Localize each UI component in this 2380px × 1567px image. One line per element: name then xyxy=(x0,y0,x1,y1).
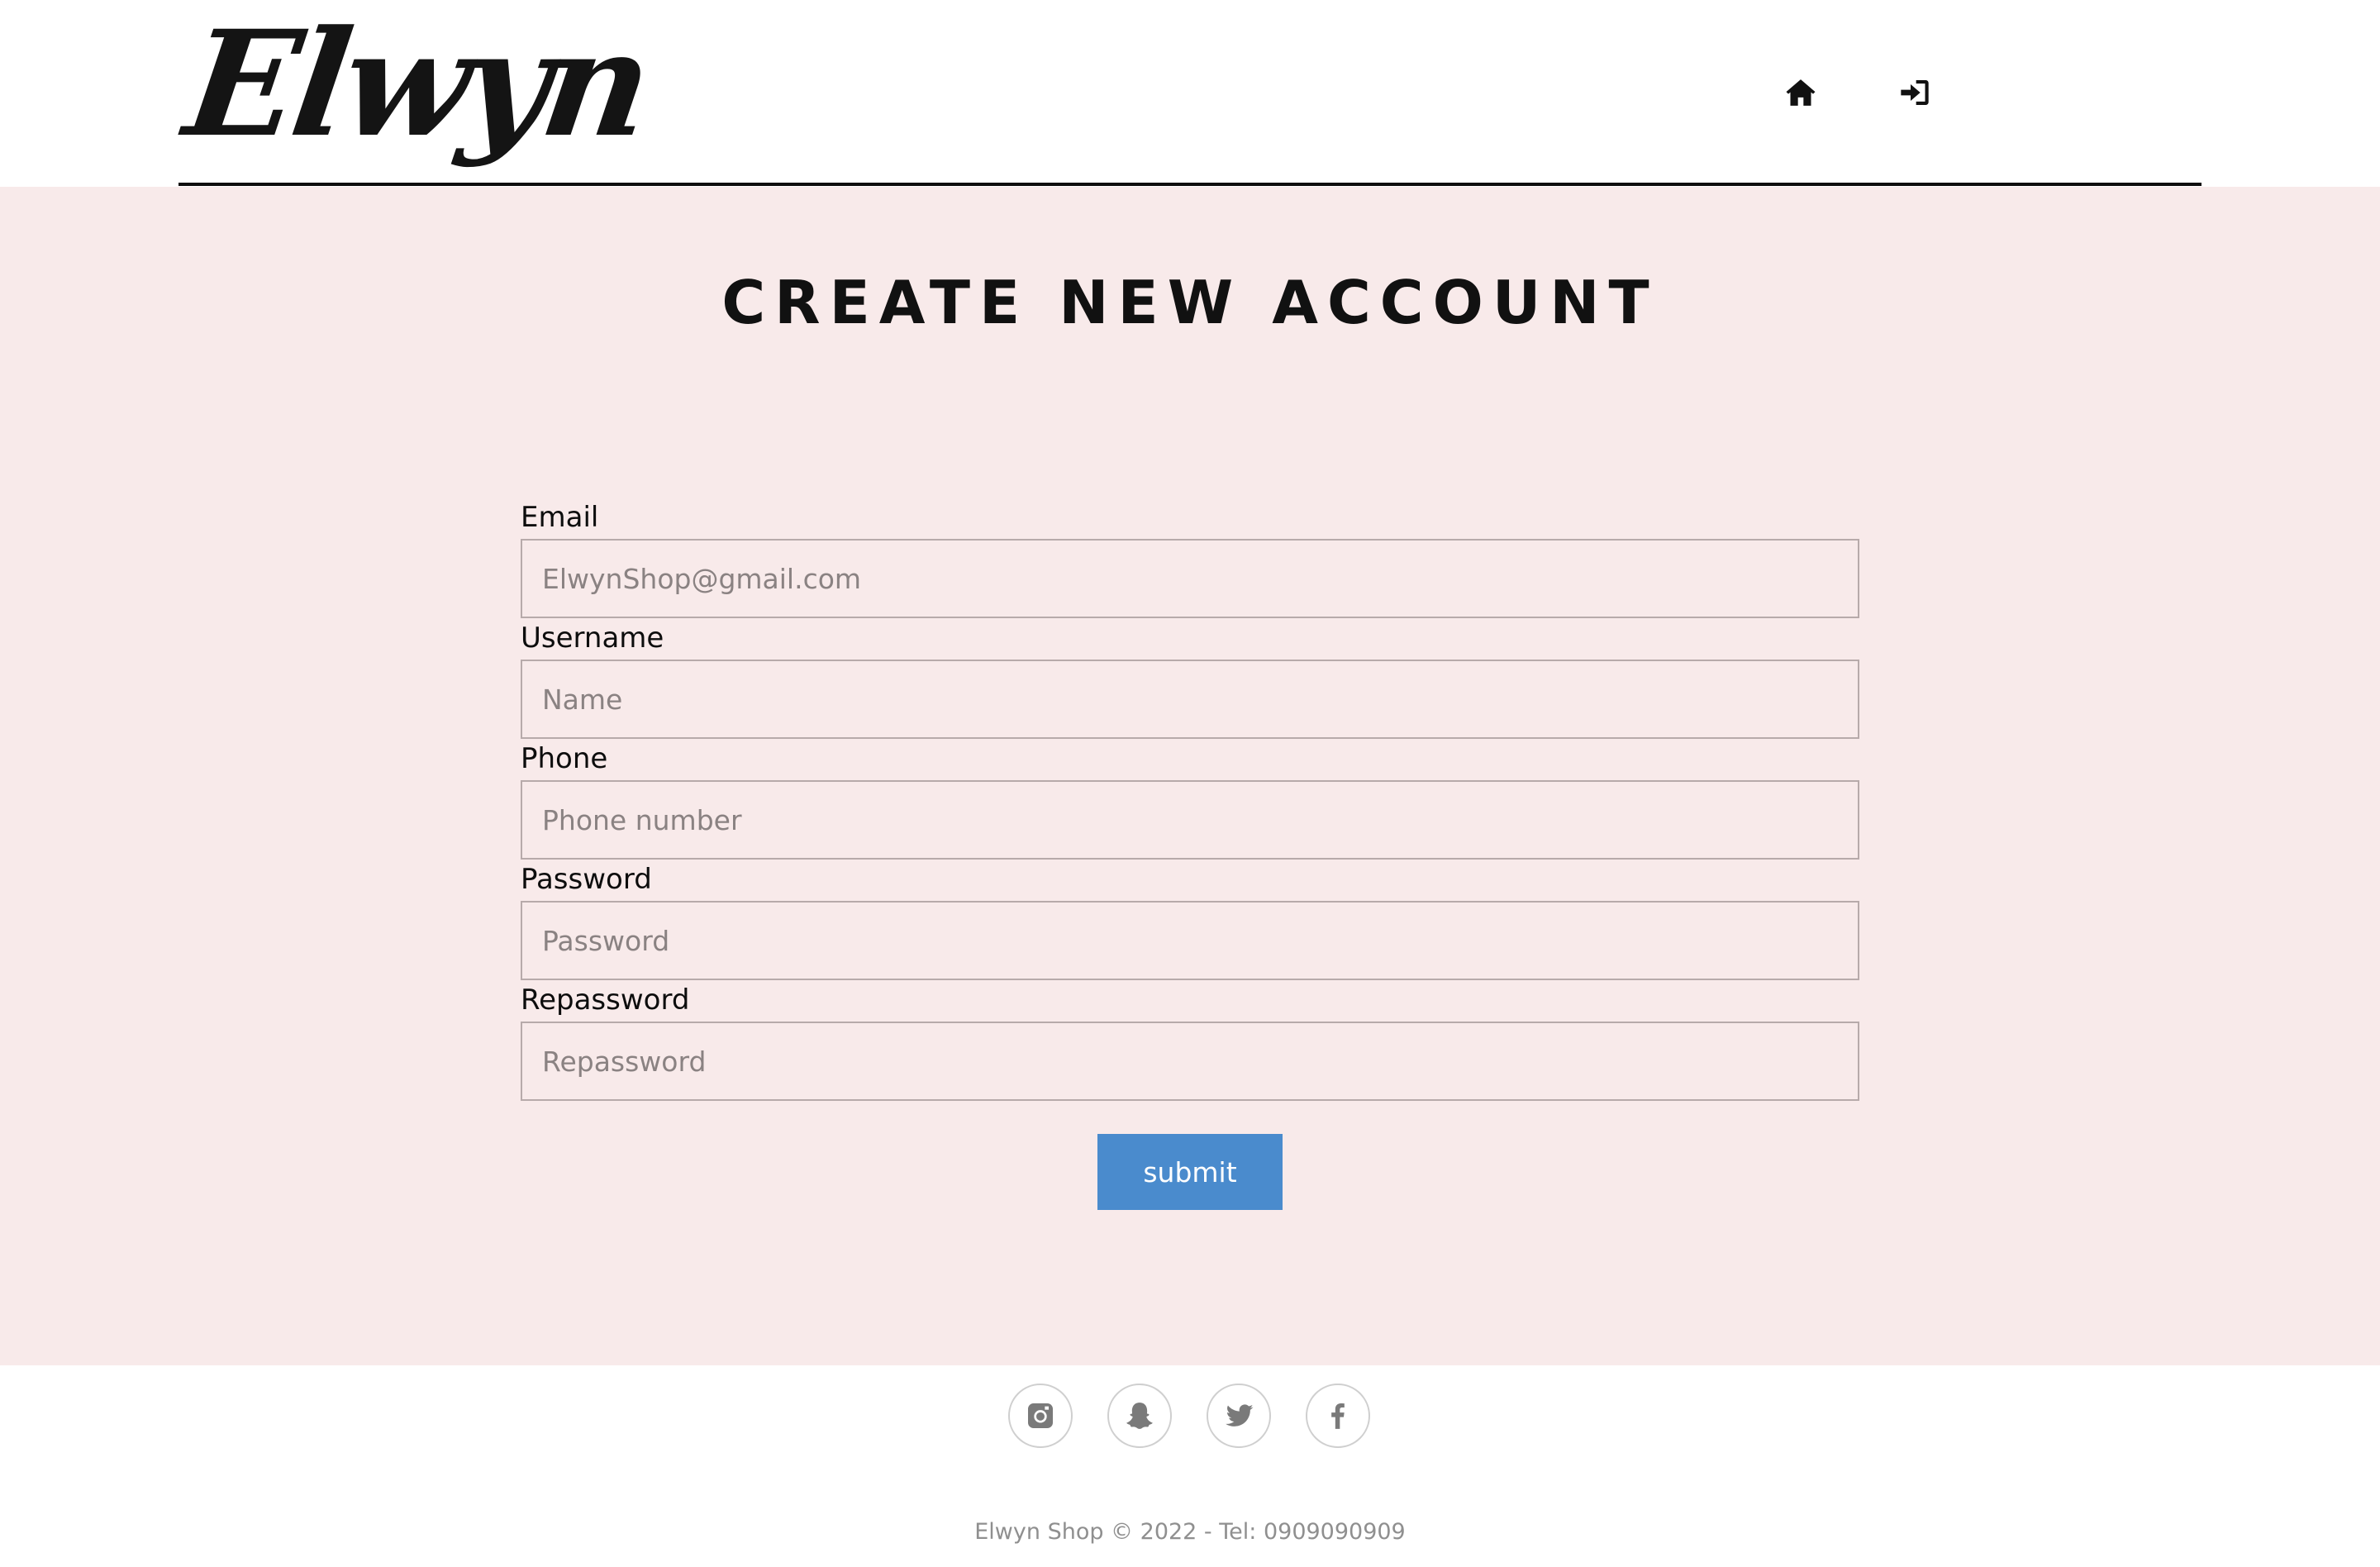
twitter-icon[interactable] xyxy=(1207,1384,1271,1448)
phone-label: Phone xyxy=(521,742,608,775)
signup-section: CREATE NEW ACCOUNT Email Username Phone … xyxy=(0,187,2380,1365)
instagram-icon-glyph xyxy=(1028,1403,1053,1428)
username-label: Username xyxy=(521,622,664,655)
copyright-text: Elwyn Shop © 2022 - Tel: 0909090909 xyxy=(974,1519,1406,1545)
password-field[interactable] xyxy=(521,901,1859,980)
facebook-icon-glyph xyxy=(1331,1403,1345,1429)
password-label: Password xyxy=(521,863,652,896)
instagram-icon[interactable] xyxy=(1008,1384,1073,1448)
snapchat-icon[interactable] xyxy=(1107,1384,1172,1448)
email-field[interactable] xyxy=(521,539,1859,618)
username-field[interactable] xyxy=(521,660,1859,739)
phone-field[interactable] xyxy=(521,780,1859,860)
email-label: Email xyxy=(521,501,599,534)
repassword-label: Repassword xyxy=(521,984,690,1017)
sign-in-icon-glyph xyxy=(1901,80,1929,105)
facebook-icon[interactable] xyxy=(1306,1384,1370,1448)
snapchat-icon-glyph xyxy=(1126,1403,1153,1429)
site-header: Elwyn xyxy=(0,0,2380,187)
logo[interactable]: Elwyn xyxy=(177,0,658,169)
page: Elwyn CREATE NEW ACCOUNT Email Username … xyxy=(0,0,2380,1567)
home-icon[interactable] xyxy=(1783,74,1819,111)
header-divider xyxy=(178,183,2202,186)
repassword-field[interactable] xyxy=(521,1022,1859,1101)
submit-button[interactable]: submit xyxy=(1097,1134,1283,1210)
twitter-icon-glyph xyxy=(1226,1404,1254,1426)
page-title: CREATE NEW ACCOUNT xyxy=(721,268,1659,337)
home-icon-glyph xyxy=(1786,79,1816,106)
sign-in-icon[interactable] xyxy=(1897,74,1933,111)
